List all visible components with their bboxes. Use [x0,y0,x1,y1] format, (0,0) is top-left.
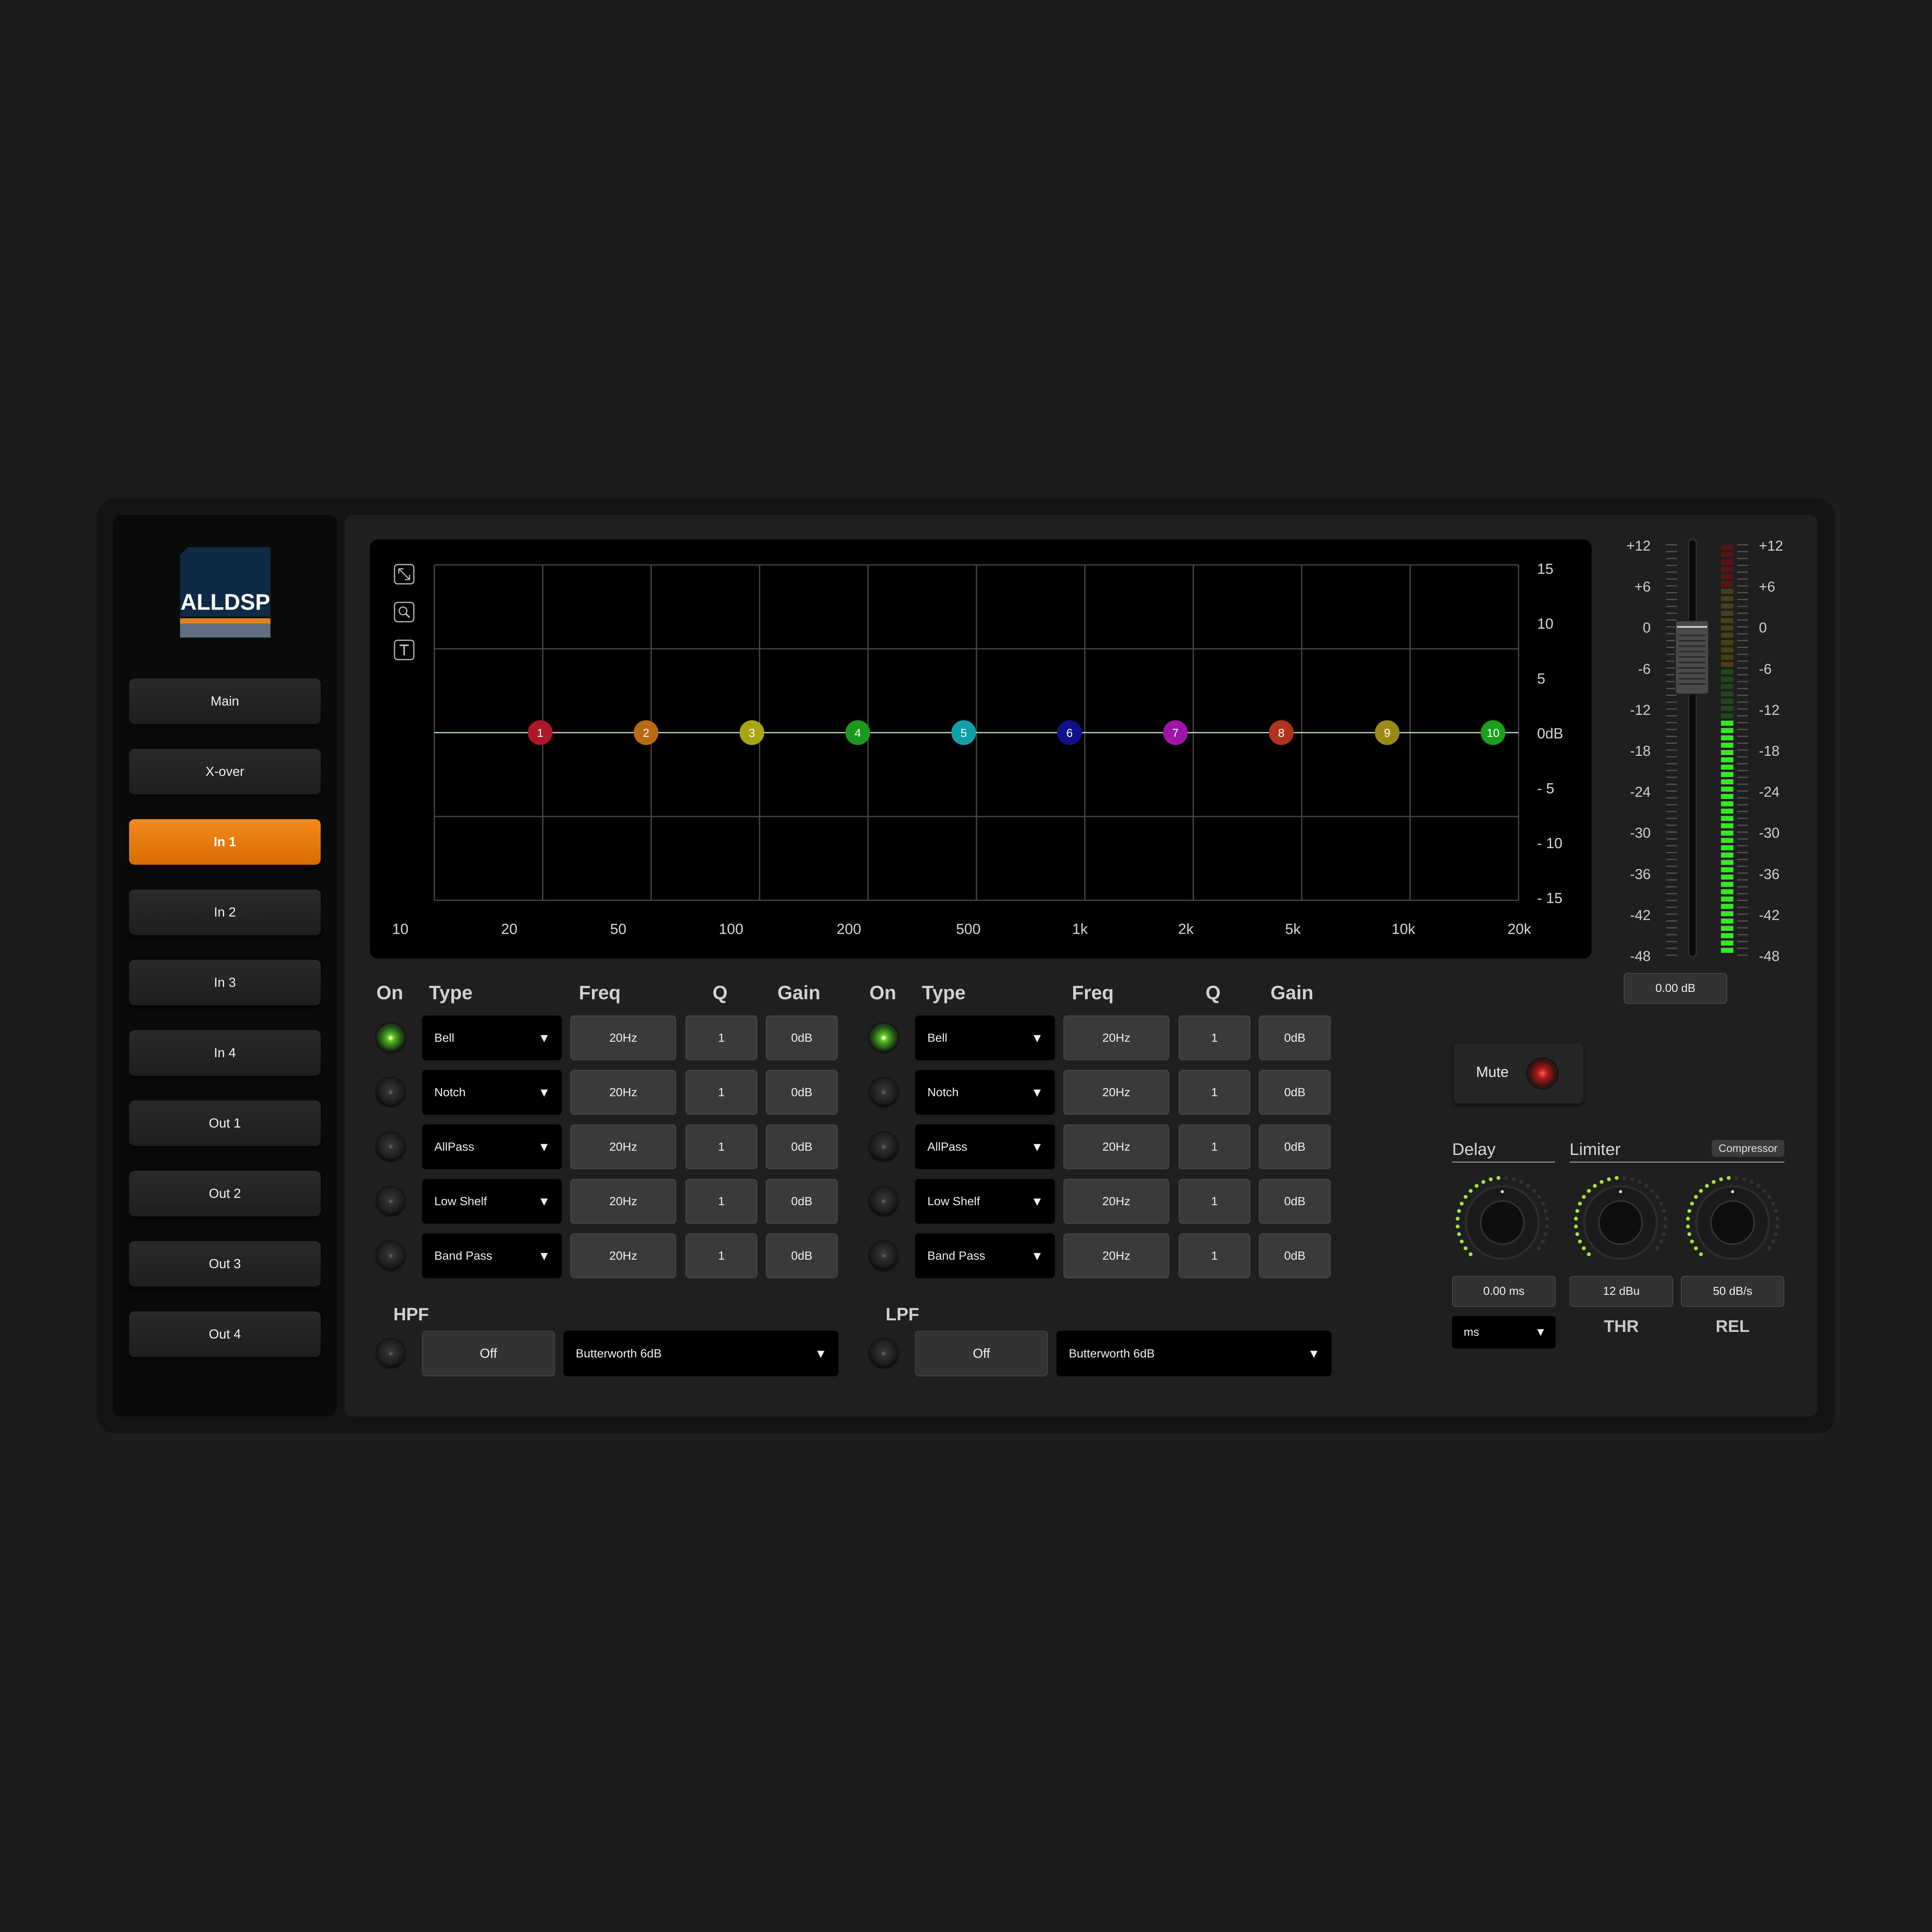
chevron-down-icon: ▼ [1535,1326,1546,1338]
rel-knob[interactable] [1686,1176,1779,1260]
thr-label: THR [1604,1317,1639,1336]
delay-unit-value: ms [1464,1326,1479,1338]
rel-value-field[interactable]: 50 dB/s [1681,1276,1784,1307]
delay-unit-select[interactable]: ms ▼ [1452,1316,1556,1349]
thr-value-field[interactable]: 12 dBu [1570,1276,1673,1307]
delay-value-field[interactable]: 0.00 ms [1452,1276,1556,1307]
delay-knob[interactable] [1456,1176,1549,1260]
rel-label: REL [1716,1317,1750,1336]
knob-layer [1456,1176,1779,1260]
thr-knob[interactable] [1574,1176,1667,1260]
